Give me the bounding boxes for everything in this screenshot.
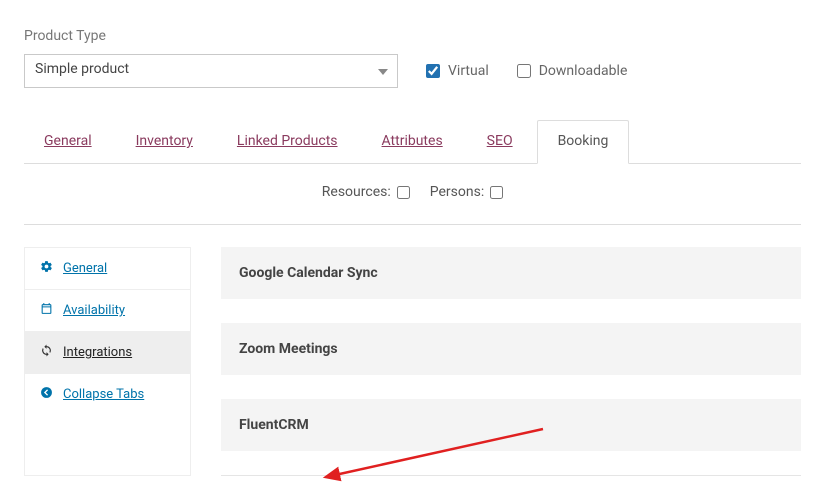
resources-label: Resources:: [322, 184, 391, 200]
product-tabs: General Inventory Linked Products Attrib…: [24, 120, 801, 164]
virtual-checkbox[interactable]: [426, 64, 440, 78]
sidebar-item-availability[interactable]: Availability: [25, 290, 190, 332]
integrations-panel: Google Calendar Sync Zoom Meetings Fluen…: [191, 247, 801, 476]
sync-icon: [39, 344, 53, 361]
integration-google-calendar[interactable]: Google Calendar Sync: [221, 247, 801, 299]
tab-seo[interactable]: SEO: [467, 121, 533, 163]
sidebar-item-collapse-tabs[interactable]: Collapse Tabs: [25, 374, 190, 415]
virtual-checkbox-wrap[interactable]: Virtual: [426, 63, 489, 79]
sidebar-item-general[interactable]: General: [25, 248, 190, 290]
gear-icon: [39, 260, 53, 277]
product-type-selected[interactable]: Simple product: [24, 54, 398, 88]
tab-inventory[interactable]: Inventory: [116, 121, 213, 163]
persons-option[interactable]: Persons:: [430, 184, 503, 200]
integration-zoom-meetings[interactable]: Zoom Meetings: [221, 323, 801, 375]
sidebar-item-label: General: [63, 261, 107, 276]
downloadable-label: Downloadable: [539, 63, 628, 79]
sidebar-item-label: Collapse Tabs: [63, 387, 144, 402]
tab-linked-products[interactable]: Linked Products: [217, 121, 358, 163]
persons-label: Persons:: [430, 184, 484, 200]
persons-checkbox[interactable]: [490, 186, 503, 199]
tab-general[interactable]: General: [24, 121, 112, 163]
downloadable-checkbox[interactable]: [517, 64, 531, 78]
sidebar-item-label: Integrations: [63, 345, 132, 360]
tab-booking[interactable]: Booking: [537, 120, 630, 164]
booking-options-row: Resources: Persons:: [24, 164, 801, 225]
product-type-label: Product Type: [24, 28, 801, 44]
resources-option[interactable]: Resources:: [322, 184, 410, 200]
divider: [221, 475, 801, 476]
virtual-label: Virtual: [448, 63, 489, 79]
sidebar-item-label: Availability: [63, 303, 125, 318]
resources-checkbox[interactable]: [397, 186, 410, 199]
collapse-icon: [39, 386, 53, 403]
product-type-select[interactable]: Simple product: [24, 54, 398, 88]
booking-sidebar: General Availability Integrations Collap…: [24, 247, 191, 476]
integration-fluentcrm[interactable]: FluentCRM: [221, 399, 801, 451]
downloadable-checkbox-wrap[interactable]: Downloadable: [517, 63, 628, 79]
calendar-icon: [39, 302, 53, 319]
sidebar-item-integrations[interactable]: Integrations: [25, 332, 190, 374]
tab-attributes[interactable]: Attributes: [362, 121, 463, 163]
